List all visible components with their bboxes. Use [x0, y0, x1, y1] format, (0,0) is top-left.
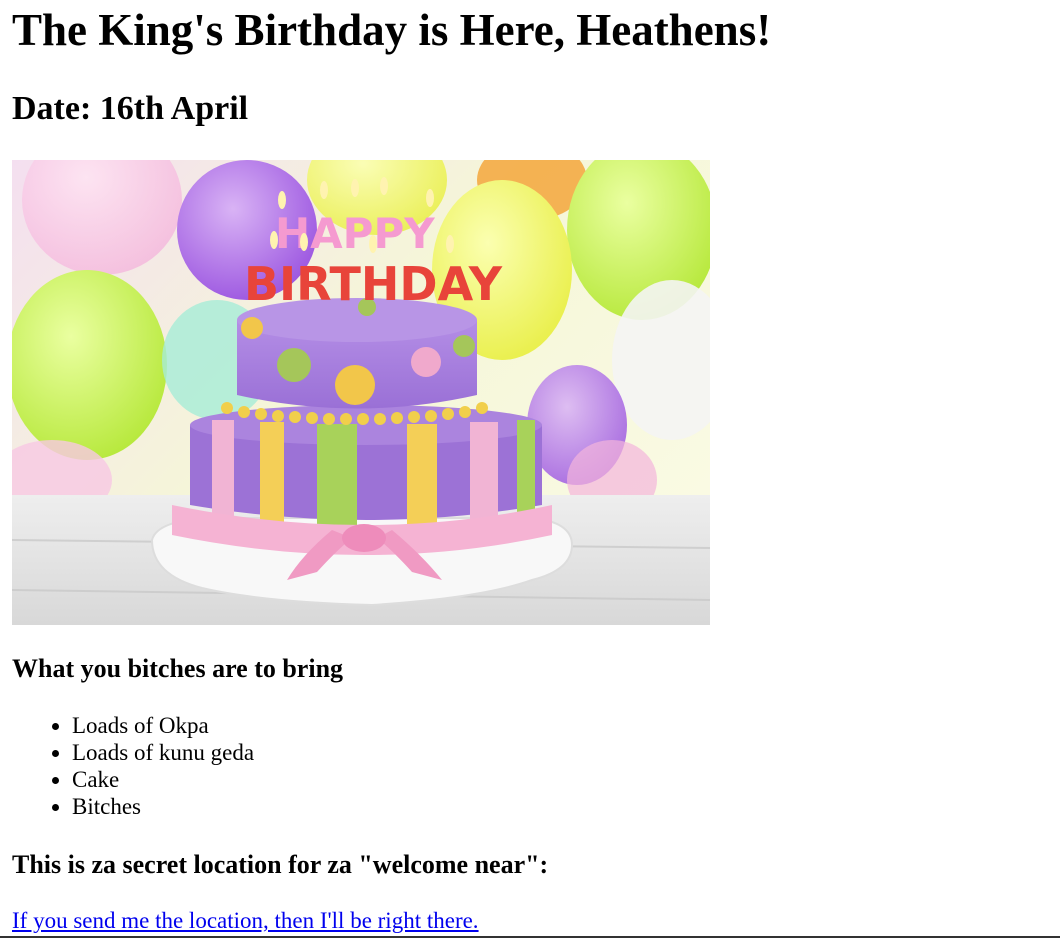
balloon-shape	[22, 160, 182, 275]
bring-list: Loads of Okpa Loads of kunu geda Cake Bi…	[12, 712, 254, 820]
list-item: Loads of Okpa	[72, 712, 254, 739]
list-item: Cake	[72, 766, 254, 793]
event-date: Date: 16th April	[12, 90, 249, 127]
location-heading: This is za secret location for za "welco…	[12, 850, 549, 879]
balloon-shape	[12, 270, 167, 460]
list-item: Bitches	[72, 793, 254, 820]
list-item: Loads of kunu geda	[72, 739, 254, 766]
bring-heading: What you bitches are to bring	[12, 654, 344, 683]
birthday-cake-image: HAPPY BIRTHDAY	[12, 160, 710, 625]
cake-text-birthday: BIRTHDAY	[244, 257, 503, 311]
cake-text-happy: HAPPY	[275, 209, 435, 258]
page-title: The King's Birthday is Here, Heathens!	[12, 5, 772, 55]
location-link[interactable]: If you send me the location, then I'll b…	[12, 907, 479, 935]
